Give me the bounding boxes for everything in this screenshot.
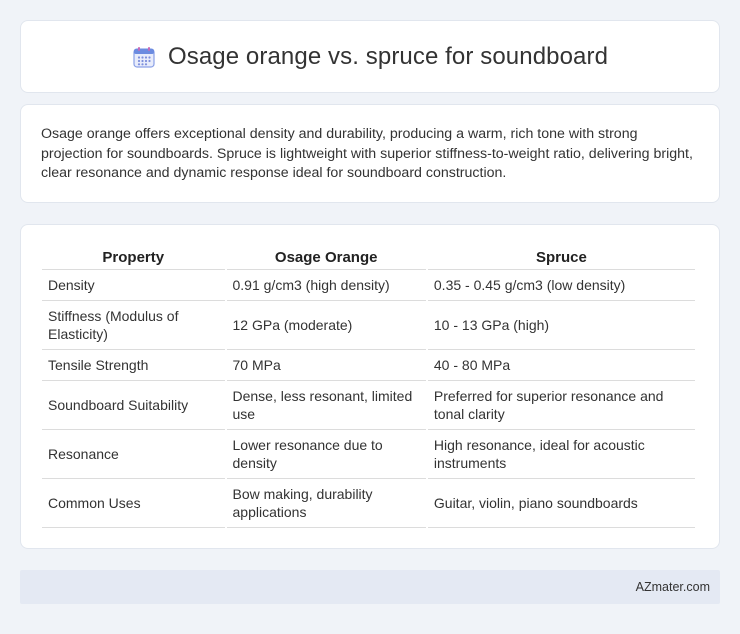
column-header-spruce: Spruce <box>427 245 695 270</box>
table-row: Density 0.91 g/cm3 (high density) 0.35 -… <box>42 270 695 301</box>
summary-text: Osage orange offers exceptional density … <box>41 126 693 182</box>
table-cell: 70 MPa <box>226 350 426 381</box>
table-cell: 0.91 g/cm3 (high density) <box>226 270 426 301</box>
table-cell: Soundboard Suitability <box>42 381 225 430</box>
table-cell: 10 - 13 GPa (high) <box>427 301 695 350</box>
table-row: Tensile Strength 70 MPa 40 - 80 MPa <box>42 350 695 381</box>
table-cell: Common Uses <box>42 479 225 528</box>
table-row: Soundboard Suitability Dense, less reson… <box>42 381 695 430</box>
column-header-osage-orange: Osage Orange <box>226 245 426 270</box>
title-wrap: Osage orange vs. spruce for soundboard <box>132 43 608 71</box>
comparison-table-card: Property Osage Orange Spruce Density 0.9… <box>20 224 720 549</box>
table-cell: 40 - 80 MPa <box>427 350 695 381</box>
title-card: Osage orange vs. spruce for soundboard <box>20 20 720 93</box>
table-cell: Bow making, durability applications <box>226 479 426 528</box>
table-cell: 0.35 - 0.45 g/cm3 (low density) <box>427 270 695 301</box>
table-header-row: Property Osage Orange Spruce <box>42 245 695 270</box>
page-title: Osage orange vs. spruce for soundboard <box>167 42 609 70</box>
table-cell: 12 GPa (moderate) <box>226 301 426 350</box>
table-cell: Stiffness (Modulus of Elasticity) <box>42 301 225 350</box>
table-cell: Dense, less resonant, limited use <box>226 381 426 430</box>
summary-card: Osage orange offers exceptional density … <box>20 104 720 203</box>
table-row: Resonance Lower resonance due to density… <box>42 430 695 479</box>
comparison-table: Property Osage Orange Spruce Density 0.9… <box>40 245 697 528</box>
table-cell: Density <box>42 270 225 301</box>
table-cell: Preferred for superior resonance and ton… <box>427 381 695 430</box>
table-cell: Tensile Strength <box>42 350 225 381</box>
calendar-icon <box>132 45 156 69</box>
footer-brand: AZmater.com <box>635 580 710 594</box>
table-row: Common Uses Bow making, durability appli… <box>42 479 695 528</box>
table-cell: High resonance, ideal for acoustic instr… <box>427 430 695 479</box>
table-cell: Resonance <box>42 430 225 479</box>
footer-bar: AZmater.com <box>20 570 720 604</box>
table-cell: Lower resonance due to density <box>226 430 426 479</box>
column-header-property: Property <box>42 245 225 270</box>
table-row: Stiffness (Modulus of Elasticity) 12 GPa… <box>42 301 695 350</box>
table-cell: Guitar, violin, piano soundboards <box>427 479 695 528</box>
